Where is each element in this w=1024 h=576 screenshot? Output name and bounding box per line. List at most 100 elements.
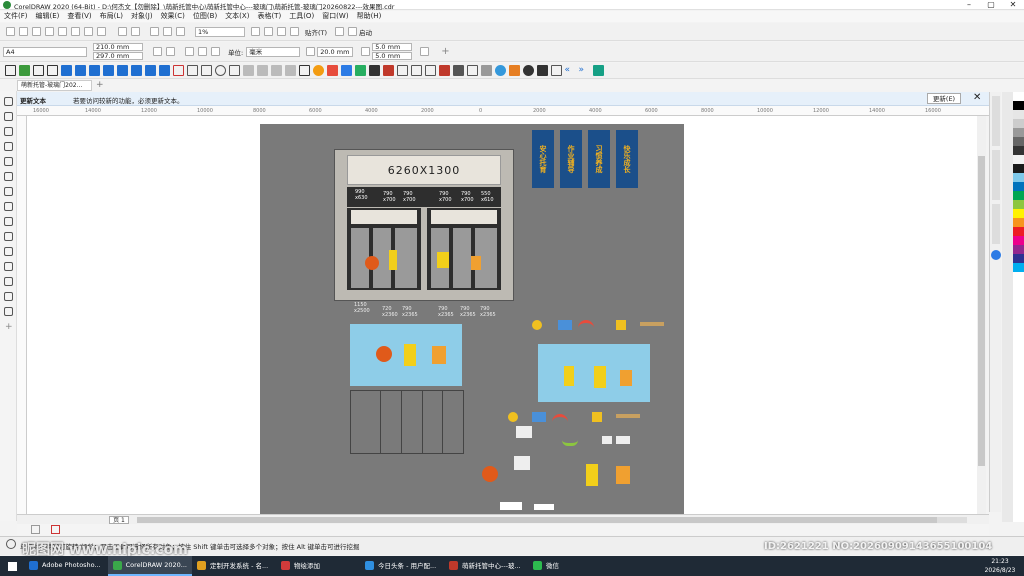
menu-effects[interactable]: 效果(C): [157, 11, 189, 22]
fold-icon[interactable]: [424, 65, 436, 76]
treat-as-filled-icon[interactable]: [420, 47, 430, 56]
banner-1[interactable]: 安心托育: [532, 130, 554, 188]
macro-1-icon[interactable]: [60, 65, 72, 76]
import-icon[interactable]: [150, 27, 159, 36]
page-size-select[interactable]: A4: [3, 46, 87, 57]
vertical-scroll-thumb[interactable]: [978, 156, 985, 466]
task-toutiao[interactable]: 今日头条 - 用户配...: [360, 556, 444, 576]
palette-swatch[interactable]: [1013, 200, 1024, 209]
task-mengxin-folder[interactable]: 萌新托管中心---玻...: [444, 556, 528, 576]
yellow-character[interactable]: [586, 464, 598, 486]
palette-swatch[interactable]: [1013, 245, 1024, 254]
bleed-icon[interactable]: [211, 47, 220, 56]
snap-to-menu[interactable]: 贴齐(T): [305, 27, 327, 37]
minimize-icon[interactable]: –: [958, 0, 980, 10]
palette-swatch[interactable]: [1013, 128, 1024, 137]
combine-icon[interactable]: [270, 65, 282, 76]
center-align-icon[interactable]: [214, 65, 226, 76]
cloud-icon[interactable]: [45, 27, 54, 36]
palette-swatch[interactable]: [1013, 236, 1024, 245]
palette-swatch[interactable]: [1013, 146, 1024, 155]
freehand-tool-icon[interactable]: [4, 142, 13, 151]
banner-2[interactable]: 作业辅导: [560, 130, 582, 188]
ungroup-icon[interactable]: [256, 65, 268, 76]
objects-docker-tab[interactable]: [992, 150, 1000, 200]
palette-swatch[interactable]: [1013, 209, 1024, 218]
start-icon[interactable]: [0, 556, 24, 576]
open-icon[interactable]: [19, 27, 28, 36]
redo-icon[interactable]: [131, 27, 140, 36]
horizontal-scroll-thumb[interactable]: [137, 517, 937, 523]
add-icon[interactable]: +: [441, 46, 449, 57]
palette-swatch[interactable]: [1013, 155, 1024, 164]
smile-curve-icon[interactable]: [562, 440, 578, 446]
system-clock[interactable]: 21:23 2026/8/23: [978, 557, 1022, 575]
macro-2-icon[interactable]: [74, 65, 86, 76]
banner-4[interactable]: 快乐成长: [616, 130, 638, 188]
current-page-icon[interactable]: [198, 47, 207, 56]
menu-layout[interactable]: 布局(L): [96, 11, 127, 22]
split-icon[interactable]: [410, 65, 422, 76]
rainbow-icon[interactable]: [552, 414, 568, 422]
cube-icon[interactable]: [508, 65, 520, 76]
cut-icon[interactable]: [71, 27, 80, 36]
page-tab[interactable]: 页 1: [109, 516, 129, 524]
palette-swatch[interactable]: [1013, 92, 1024, 101]
palette-swatch[interactable]: [1013, 254, 1024, 263]
layer-icon[interactable]: [480, 65, 492, 76]
palette-swatch[interactable]: [1013, 101, 1024, 110]
left-door-panel[interactable]: [347, 208, 421, 290]
menu-bitmaps[interactable]: 位图(B): [189, 11, 221, 22]
paste-icon[interactable]: [97, 27, 106, 36]
slogan-text-block[interactable]: [514, 456, 530, 470]
pencil-icon[interactable]: [640, 322, 664, 326]
white-block[interactable]: [534, 504, 554, 510]
duplicate-x-input[interactable]: 5.0 mm: [372, 43, 413, 51]
transparency-tool-icon[interactable]: [4, 277, 13, 286]
banner-3[interactable]: 习惯养成: [588, 130, 610, 188]
launch-menu[interactable]: 启动: [359, 27, 372, 37]
full-screen-icon[interactable]: [251, 27, 260, 36]
book-icon[interactable]: [558, 320, 572, 330]
show-grid-icon[interactable]: [277, 27, 286, 36]
eyedropper-icon[interactable]: [4, 292, 13, 301]
menu-tools[interactable]: 工具(O): [285, 11, 318, 22]
show-guides-icon[interactable]: [290, 27, 299, 36]
publish-pdf-icon[interactable]: [176, 27, 185, 36]
crop-tool-icon[interactable]: [4, 112, 13, 121]
new-icon[interactable]: [6, 27, 15, 36]
ellipse-tool-icon[interactable]: [4, 187, 13, 196]
macro-6-icon[interactable]: [130, 65, 142, 76]
macro-3-icon[interactable]: [88, 65, 100, 76]
sun-icon[interactable]: [532, 320, 542, 330]
docker-badge-icon[interactable]: [991, 250, 1001, 260]
show-rulers-icon[interactable]: [264, 27, 273, 36]
duplicate-y-input[interactable]: 5.0 mm: [372, 52, 413, 60]
page-width-input[interactable]: 210.0 mm: [93, 43, 143, 51]
door-frame[interactable]: 6260X1300 990 x630 790 x700 790 x700 790…: [334, 149, 514, 301]
grid-red-icon[interactable]: [438, 65, 450, 76]
palette-swatch[interactable]: [1013, 110, 1024, 119]
vertical-scrollbar[interactable]: [977, 116, 986, 514]
no-fill-icon[interactable]: [51, 525, 60, 534]
sun-icon[interactable]: [508, 412, 518, 422]
red-grid-icon[interactable]: [382, 65, 394, 76]
hints-docker-tab[interactable]: [992, 204, 1000, 244]
status-settings-icon[interactable]: [6, 539, 16, 549]
nudge-distance-input[interactable]: 20.0 mm: [317, 46, 354, 57]
rectangle-tool-icon[interactable]: [4, 172, 13, 181]
double-chevron-right-icon[interactable]: »: [579, 65, 590, 76]
white-block[interactable]: [500, 502, 522, 510]
box-icon[interactable]: [466, 65, 478, 76]
glass-panel-set[interactable]: [350, 390, 464, 454]
artistic-media-icon[interactable]: [4, 157, 13, 166]
zoom-level-select[interactable]: 1%: [195, 26, 245, 37]
rainbow-icon[interactable]: [578, 320, 594, 328]
interactive-fill-icon[interactable]: [4, 307, 13, 316]
macro-8-icon[interactable]: [158, 65, 170, 76]
landscape-icon[interactable]: [166, 47, 175, 56]
kids-scene-graphic[interactable]: [350, 324, 462, 386]
shape-tool-icon[interactable]: [32, 65, 44, 76]
palette-swatch[interactable]: [1013, 119, 1024, 128]
macro-5-icon[interactable]: [116, 65, 128, 76]
